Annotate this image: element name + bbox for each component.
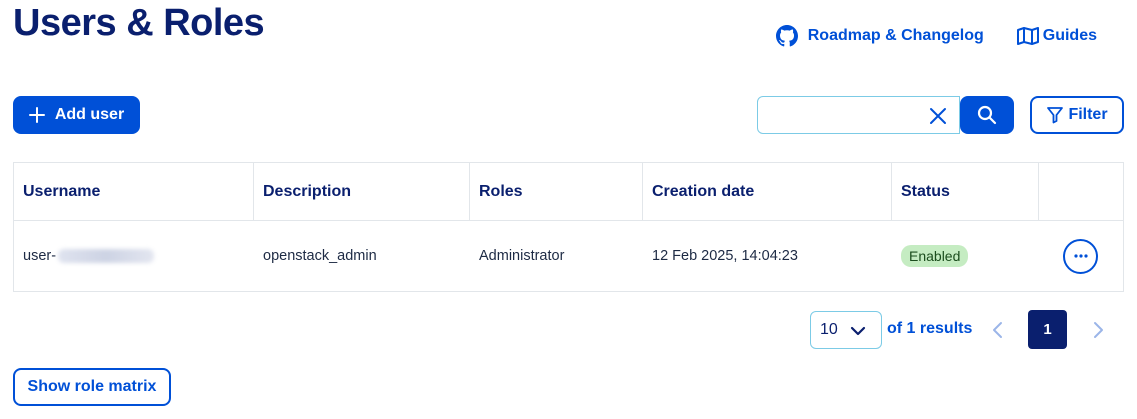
roles-cell: Administrator: [479, 248, 565, 264]
show-role-matrix-button[interactable]: Show role matrix: [13, 368, 171, 406]
row-actions-button[interactable]: [1063, 238, 1098, 274]
creation-date-cell: 12 Feb 2025, 14:04:23: [652, 248, 798, 264]
search-field: [757, 96, 960, 134]
column-header-description: Description: [254, 163, 470, 220]
username-prefix: user-: [23, 248, 57, 264]
add-user-button[interactable]: Add user: [13, 96, 140, 134]
column-header-username: Username: [14, 163, 254, 220]
roadmap-changelog-link[interactable]: Roadmap & Changelog: [775, 25, 984, 47]
filter-button[interactable]: Filter: [1030, 96, 1124, 134]
page-title: Users & Roles: [13, 2, 265, 44]
column-header-roles: Roles: [470, 163, 643, 220]
ellipsis-icon: [1073, 254, 1088, 258]
guides-link[interactable]: Guides: [1016, 26, 1097, 46]
chevron-right-icon[interactable]: [1090, 320, 1106, 340]
column-header-status: Status: [892, 163, 1039, 220]
page-size-value: 10: [820, 321, 838, 338]
status-badge: Enabled: [901, 245, 969, 267]
close-icon[interactable]: [929, 107, 947, 125]
add-user-label: Add user: [54, 106, 125, 123]
guides-label: Guides: [1042, 27, 1097, 44]
page-button-current[interactable]: 1: [1028, 310, 1067, 349]
filter-label: Filter: [1068, 106, 1108, 123]
column-header-creation-date: Creation date: [643, 163, 892, 220]
search-icon: [977, 105, 997, 125]
map-icon: [1016, 26, 1040, 46]
header-links: Roadmap & Changelog Guides: [775, 25, 1097, 47]
status-cell: Enabled: [892, 221, 1039, 291]
search-button[interactable]: [960, 96, 1014, 134]
table-header-row: Username Description Roles Creation date…: [14, 163, 1123, 221]
redacted-username: [58, 249, 155, 263]
username-cell: user-: [14, 221, 254, 291]
search-input[interactable]: [766, 103, 916, 127]
table-row: user- openstack_admin Administrator 12 F…: [14, 221, 1123, 291]
filter-icon: [1046, 106, 1064, 124]
page-size-select[interactable]: 10: [810, 311, 882, 349]
github-icon: [775, 25, 798, 47]
plus-icon: [28, 107, 45, 123]
description-cell: openstack_admin: [263, 248, 377, 264]
chevron-left-icon[interactable]: [990, 320, 1006, 340]
actions-cell: [1039, 221, 1123, 291]
chevron-down-icon: [849, 322, 867, 340]
users-table: Username Description Roles Creation date…: [13, 162, 1124, 292]
roadmap-changelog-label: Roadmap & Changelog: [807, 27, 984, 44]
results-count: of 1 results: [887, 320, 973, 337]
column-header-actions: [1039, 163, 1123, 220]
